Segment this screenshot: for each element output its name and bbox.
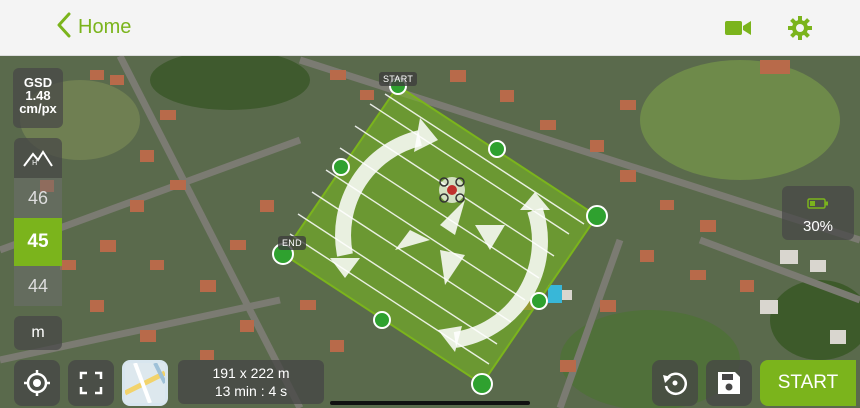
- map-layer-icon: [125, 363, 165, 403]
- gsd-indicator: GSD 1.48 cm/px: [13, 68, 63, 128]
- save-button[interactable]: [706, 360, 752, 406]
- mission-duration: 13 min : 4 s: [214, 383, 288, 399]
- fullscreen-button[interactable]: [68, 360, 114, 406]
- rotate-icon: [663, 372, 687, 396]
- video-camera-icon[interactable]: [724, 14, 752, 42]
- altitude-unit: m: [14, 316, 62, 350]
- fullscreen-icon: [79, 371, 103, 395]
- battery-percent: 30%: [802, 218, 834, 235]
- altitude-picker[interactable]: H 46 45 44 m: [14, 138, 62, 350]
- satellite-map[interactable]: START END: [0, 56, 860, 408]
- back-button[interactable]: Home: [56, 12, 131, 44]
- home-indicator: [330, 401, 530, 405]
- top-bar: Home: [0, 0, 860, 56]
- gear-icon[interactable]: [786, 14, 814, 42]
- drone-icon: [439, 177, 465, 203]
- end-point-tag: END: [278, 236, 306, 250]
- mission-area: 191 x 222 m: [212, 365, 290, 381]
- start-mission-button[interactable]: START: [760, 360, 856, 406]
- altitude-selected-value[interactable]: 45: [14, 218, 62, 266]
- mission-summary: 191 x 222 m 13 min : 4 s: [178, 360, 324, 404]
- gsd-unit: cm/px: [19, 101, 57, 116]
- crosshair-location-icon: [24, 370, 50, 396]
- rotate-button[interactable]: [652, 360, 698, 406]
- altitude-option-below[interactable]: 44: [14, 266, 62, 306]
- save-icon: [718, 372, 740, 394]
- chevron-left-icon: [56, 12, 72, 44]
- altitude-option-above[interactable]: 46: [14, 178, 62, 218]
- map-type-button[interactable]: [122, 360, 168, 406]
- mountain-altitude-icon: H: [14, 138, 62, 178]
- locate-button[interactable]: [14, 360, 60, 406]
- start-point-tag: START: [379, 72, 418, 86]
- svg-text:H: H: [32, 159, 37, 167]
- battery-indicator: 30%: [782, 186, 854, 240]
- back-label: Home: [78, 16, 132, 38]
- battery-icon: [782, 196, 854, 214]
- flight-area[interactable]: [0, 56, 860, 408]
